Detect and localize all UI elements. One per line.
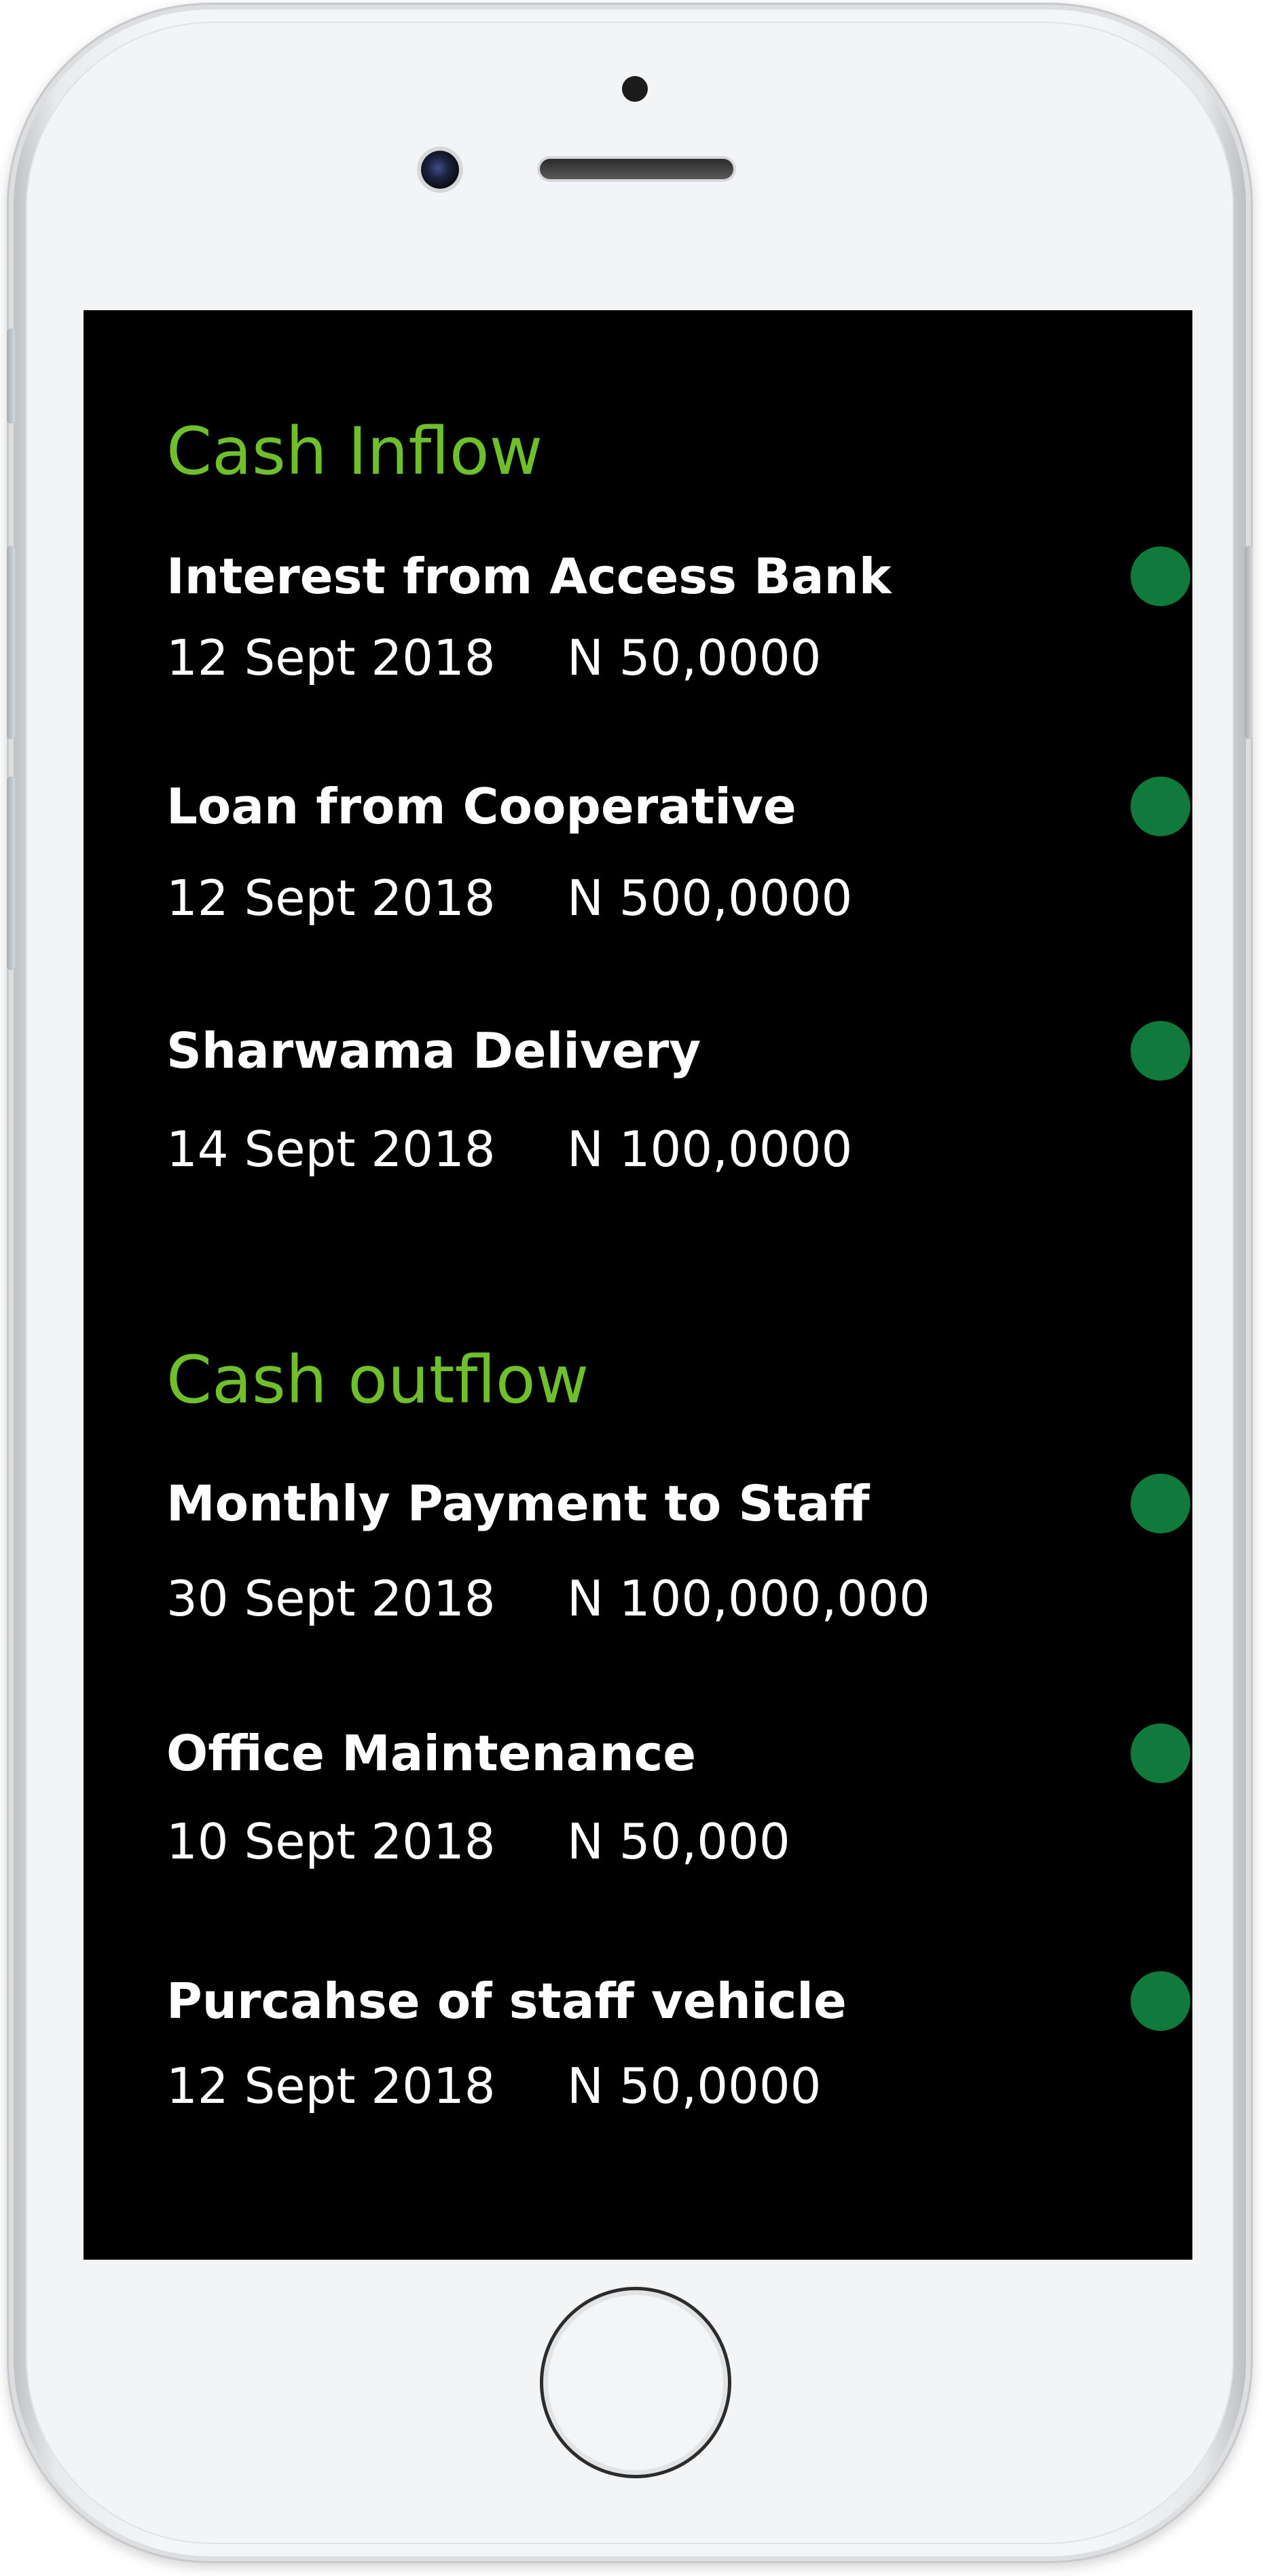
earpiece-speaker (540, 159, 733, 179)
volume-up-button (7, 546, 15, 739)
phone-frame: Cash Inflow Interest from Access Bank 12… (7, 3, 1253, 2563)
status-dot-icon (1131, 546, 1190, 606)
volume-down-button (7, 777, 15, 970)
entry-amount: N 50,000 (567, 1813, 790, 1870)
entry-title: Sharwama Delivery (166, 1022, 701, 1079)
entry-amount: N 100,0000 (567, 1121, 853, 1178)
status-dot-icon (1131, 777, 1190, 836)
entry-amount: N 50,0000 (567, 629, 822, 686)
entry-title: Office Maintenance (166, 1725, 697, 1782)
mute-switch (7, 329, 15, 424)
entry-title: Loan from Cooperative (166, 778, 797, 835)
entry-amount: N 100,000,000 (567, 1570, 930, 1627)
power-button (1245, 546, 1253, 739)
list-item[interactable]: Loan from Cooperative 12 Sept 2018 N 500… (166, 777, 1190, 945)
list-item[interactable]: Monthly Payment to Staff 30 Sept 2018 N … (166, 1474, 1190, 1642)
list-item[interactable]: Purcahse of staff vehicle 12 Sept 2018 N… (166, 1971, 1190, 2140)
list-item[interactable]: Sharwama Delivery 14 Sept 2018 N 100,000… (166, 1021, 1190, 1189)
list-item[interactable]: Interest from Access Bank 12 Sept 2018 N… (166, 546, 1190, 715)
front-camera-icon (421, 151, 459, 189)
status-dot-icon (1131, 1474, 1190, 1533)
entry-date: 12 Sept 2018 (166, 2057, 496, 2114)
entry-date: 14 Sept 2018 (166, 1121, 496, 1178)
app-screen: Cash Inflow Interest from Access Bank 12… (84, 310, 1192, 2260)
cash-inflow-title: Cash Inflow (166, 413, 543, 489)
status-dot-icon (1131, 1021, 1190, 1081)
entry-date: 12 Sept 2018 (166, 870, 496, 927)
cash-outflow-title: Cash outflow (166, 1342, 589, 1418)
entry-title: Interest from Access Bank (166, 548, 892, 605)
status-dot-icon (1131, 1971, 1190, 2031)
entry-title: Purcahse of staff vehicle (166, 1973, 847, 2030)
entry-amount: N 500,0000 (567, 870, 853, 927)
proximity-sensor (622, 76, 648, 102)
status-dot-icon (1131, 1723, 1190, 1783)
entry-amount: N 50,0000 (567, 2057, 822, 2114)
list-item[interactable]: Office Maintenance 10 Sept 2018 N 50,000 (166, 1723, 1190, 1892)
entry-date: 30 Sept 2018 (166, 1570, 496, 1627)
entry-title: Monthly Payment to Staff (166, 1475, 870, 1532)
home-button[interactable] (540, 2287, 731, 2478)
entry-date: 12 Sept 2018 (166, 629, 496, 686)
entry-date: 10 Sept 2018 (166, 1813, 496, 1870)
